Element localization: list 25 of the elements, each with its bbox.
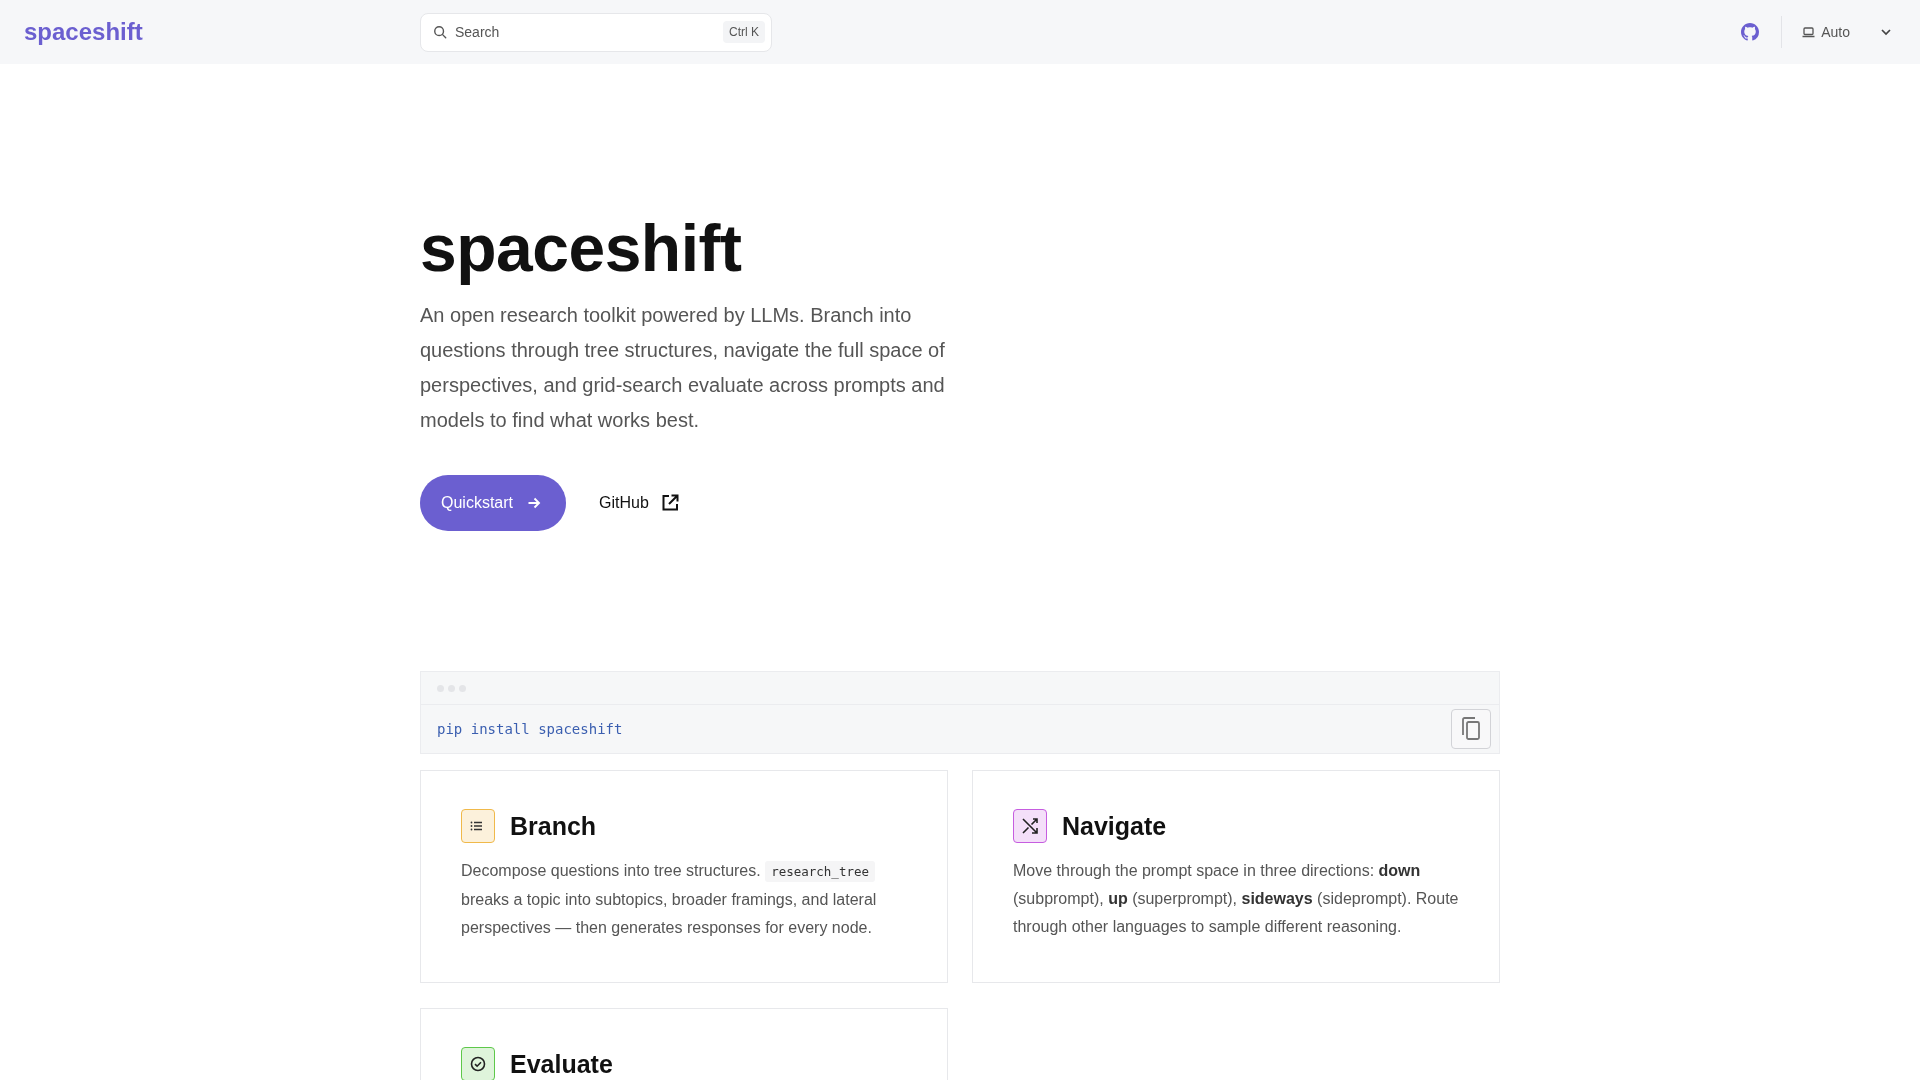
github-link[interactable]: GitHub — [599, 494, 679, 513]
laptop-icon — [1802, 26, 1816, 38]
search-icon — [433, 25, 447, 39]
card-title: Navigate — [1062, 811, 1167, 841]
github-icon[interactable] — [1741, 23, 1760, 41]
quickstart-button[interactable]: Quickstart — [420, 475, 566, 532]
card-title: Evaluate — [510, 1049, 613, 1079]
page-title: spaceshift — [420, 210, 743, 287]
chevron-down-icon — [1880, 28, 1892, 36]
theme-selector[interactable]: Auto — [1798, 20, 1896, 44]
shortcut-hint: Ctrl K — [723, 21, 765, 43]
card-description: Decompose questions into tree structures. — [461, 862, 761, 880]
copy-icon — [1459, 716, 1483, 743]
card-description: Move through the prompt space in three directions: down (subprompt), up (superprompt), sideways (sideprompt). Route through other languages to sample different reasoning. — [1013, 862, 1459, 936]
copy-button[interactable] — [1451, 709, 1491, 750]
inline-code: research_tree — [765, 861, 875, 883]
search-bar[interactable]: Search Ctrl K — [420, 12, 772, 52]
card-title: Branch — [510, 811, 597, 841]
search-input[interactable]: Search — [455, 24, 715, 40]
arrow-right-icon — [527, 496, 541, 511]
code-line: pip install spaceshift — [437, 721, 623, 738]
external-link-icon — [660, 494, 679, 513]
card-description: breaks a topic into subtopics, broader framings, and lateral perspectives — then generates responses for every node. — [461, 891, 877, 937]
intro-paragraph: An open research toolkit powered by LLMs. Branch into questions through tree structures, navigate the full space of perspectives, and grid-search evaluate across prompts and models to find what works best. — [420, 303, 946, 434]
site-logo[interactable]: spaceshift — [24, 18, 420, 46]
